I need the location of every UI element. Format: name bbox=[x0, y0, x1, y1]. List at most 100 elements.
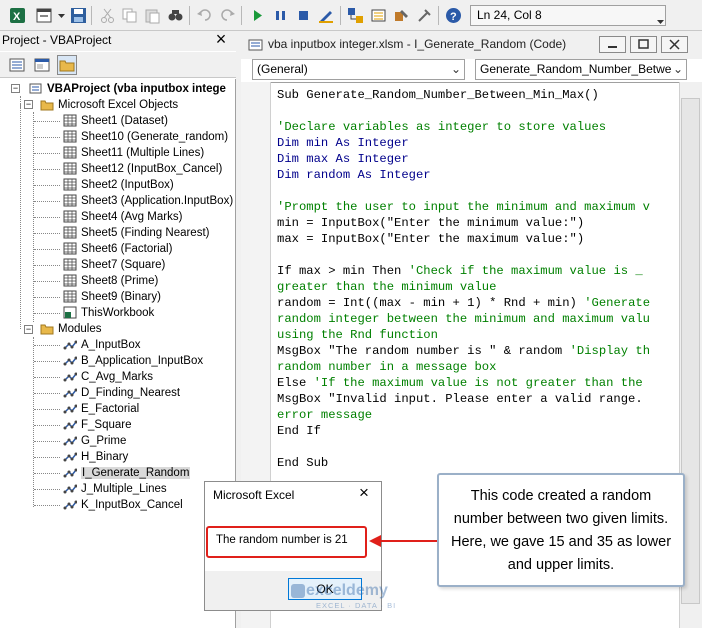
tree-item-label: Sheet7 (Square) bbox=[81, 259, 166, 271]
tree-item-label: Sheet10 (Generate_random) bbox=[81, 131, 229, 143]
toggle-folders-icon[interactable] bbox=[57, 55, 77, 75]
tree-connector bbox=[34, 505, 60, 506]
code-comment: random number in a message box bbox=[277, 360, 497, 374]
code-window-icon bbox=[248, 37, 264, 53]
project-explorer-icon[interactable] bbox=[347, 7, 364, 24]
insert-userform-icon[interactable] bbox=[36, 7, 53, 24]
tree-item-module[interactable]: G_Prime bbox=[63, 433, 126, 449]
tree-item-sheet[interactable]: Sheet11 (Multiple Lines) bbox=[63, 145, 204, 161]
find-icon[interactable] bbox=[167, 7, 184, 24]
properties-window-icon[interactable] bbox=[370, 7, 387, 24]
project-explorer-close-icon[interactable]: × bbox=[212, 30, 230, 49]
maximize-button[interactable] bbox=[630, 36, 657, 53]
excel-icon[interactable]: X bbox=[9, 7, 26, 24]
tree-item-label: Sheet9 (Binary) bbox=[81, 291, 161, 303]
minimize-button[interactable] bbox=[599, 36, 626, 53]
code-line: Dim random As Integer bbox=[277, 167, 431, 183]
code-line: MsgBox "Invalid input. Please enter a va… bbox=[277, 391, 643, 407]
workbook-icon bbox=[63, 306, 77, 319]
tree-root-project[interactable]: VBAProject (vba inputbox intege bbox=[29, 81, 226, 97]
code-line: Dim min As Integer bbox=[277, 135, 409, 151]
redo-icon[interactable] bbox=[219, 7, 236, 24]
tree-item-label: Sheet12 (InputBox_Cancel) bbox=[81, 163, 223, 175]
run-icon[interactable] bbox=[249, 7, 266, 24]
module-icon bbox=[63, 450, 78, 463]
msgbox-title: Microsoft Excel bbox=[213, 488, 295, 502]
code-keyword: Dim random As Integer bbox=[277, 168, 431, 182]
code-line: End If bbox=[277, 423, 321, 439]
break-icon[interactable] bbox=[272, 7, 289, 24]
cut-icon[interactable] bbox=[99, 7, 116, 24]
tree-folder-excel-objects[interactable]: Microsoft Excel Objects bbox=[40, 97, 178, 113]
object-combo[interactable]: (General) ⌄ bbox=[252, 59, 465, 80]
save-icon[interactable] bbox=[70, 7, 87, 24]
code-line: random = Int((max - min + 1) * Rnd + min… bbox=[277, 295, 650, 311]
tree-item-sheet[interactable]: Sheet2 (InputBox) bbox=[63, 177, 174, 193]
dropdown-arrow-icon[interactable] bbox=[656, 13, 665, 30]
reset-icon[interactable] bbox=[295, 7, 312, 24]
tree-item-module[interactable]: A_InputBox bbox=[63, 337, 140, 353]
module-icon bbox=[63, 466, 78, 479]
tree-collapse-toggle[interactable]: − bbox=[24, 325, 33, 334]
tree-item-module[interactable]: K_InputBox_Cancel bbox=[63, 497, 183, 513]
view-code-icon[interactable] bbox=[7, 55, 27, 75]
tree-item-sheet[interactable]: Sheet6 (Factorial) bbox=[63, 241, 172, 257]
code-line: max = InputBox("Enter the maximum value:… bbox=[277, 231, 584, 247]
dropdown-arrow-icon[interactable] bbox=[57, 7, 66, 24]
tree-connector bbox=[20, 104, 21, 329]
message-highlight-box bbox=[206, 526, 367, 558]
tree-item-sheet[interactable]: Sheet8 (Prime) bbox=[63, 273, 158, 289]
procedure-combo[interactable]: Generate_Random_Number_Betwe ⌄ bbox=[475, 59, 687, 80]
tree-item-module[interactable]: D_Finding_Nearest bbox=[63, 385, 180, 401]
vbe-toolbar: X ? Ln 24, Col 8 bbox=[0, 0, 702, 31]
design-mode-icon[interactable] bbox=[318, 7, 335, 24]
vba-project-icon bbox=[29, 82, 43, 95]
tree-collapse-toggle[interactable]: − bbox=[24, 100, 33, 109]
tree-item-sheet[interactable]: ThisWorkbook bbox=[63, 305, 154, 321]
tree-connector bbox=[34, 425, 60, 426]
chevron-down-icon: ⌄ bbox=[450, 62, 461, 76]
tree-connector bbox=[34, 441, 60, 442]
tree-item-sheet[interactable]: Sheet9 (Binary) bbox=[63, 289, 161, 305]
close-button[interactable] bbox=[661, 36, 688, 53]
tree-item-sheet[interactable]: Sheet10 (Generate_random) bbox=[63, 129, 228, 145]
undo-icon[interactable] bbox=[196, 7, 213, 24]
tree-folder-modules[interactable]: Modules bbox=[40, 321, 101, 337]
code-line: If max > min Then 'Check if the maximum … bbox=[277, 263, 643, 279]
worksheet-icon bbox=[63, 290, 77, 303]
tree-item-sheet[interactable]: Sheet12 (InputBox_Cancel) bbox=[63, 161, 222, 177]
tree-item-module[interactable]: F_Square bbox=[63, 417, 132, 433]
tree-item-module[interactable]: C_Avg_Marks bbox=[63, 369, 153, 385]
view-object-icon[interactable] bbox=[32, 55, 52, 75]
tree-item-label: Sheet2 (InputBox) bbox=[81, 179, 174, 191]
tree-item-sheet[interactable]: Sheet7 (Square) bbox=[63, 257, 165, 273]
toolbox-icon[interactable] bbox=[416, 7, 433, 24]
tree-item-module[interactable]: I_Generate_Random bbox=[63, 465, 191, 481]
code-text: End If bbox=[277, 424, 321, 438]
code-line: using the Rnd function bbox=[277, 327, 438, 343]
tree-item-label: D_Finding_Nearest bbox=[81, 387, 181, 399]
worksheet-icon bbox=[63, 114, 77, 127]
tree-item-sheet[interactable]: Sheet3 (Application.InputBox) bbox=[63, 193, 233, 209]
tree-collapse-toggle[interactable]: − bbox=[11, 84, 20, 93]
tree-item-sheet[interactable]: Sheet4 (Avg Marks) bbox=[63, 209, 182, 225]
worksheet-icon bbox=[63, 274, 77, 287]
tree-item-sheet[interactable]: Sheet5 (Finding Nearest) bbox=[63, 225, 209, 241]
tree-item-sheet[interactable]: Sheet1 (Dataset) bbox=[63, 113, 168, 129]
procedure-combo-value: Generate_Random_Number_Betwe bbox=[480, 62, 672, 76]
copy-icon[interactable] bbox=[121, 7, 138, 24]
toolbar-separator bbox=[91, 6, 92, 25]
help-icon[interactable]: ? bbox=[445, 7, 462, 24]
toolbar-separator bbox=[189, 6, 190, 25]
msgbox-close-icon[interactable]: × bbox=[354, 484, 374, 504]
object-browser-icon[interactable] bbox=[393, 7, 410, 24]
code-line: 'Declare variables as integer to store v… bbox=[277, 119, 606, 135]
tree-item-module[interactable]: B_Application_InputBox bbox=[63, 353, 203, 369]
tree-item-module[interactable]: E_Factorial bbox=[63, 401, 139, 417]
paste-icon[interactable] bbox=[144, 7, 161, 24]
code-line: End Sub bbox=[277, 455, 328, 471]
tree-item-module[interactable]: J_Multiple_Lines bbox=[63, 481, 167, 497]
tree-item-module[interactable]: H_Binary bbox=[63, 449, 128, 465]
tree-item-label: B_Application_InputBox bbox=[81, 355, 204, 367]
toolbar-separator bbox=[438, 6, 439, 25]
